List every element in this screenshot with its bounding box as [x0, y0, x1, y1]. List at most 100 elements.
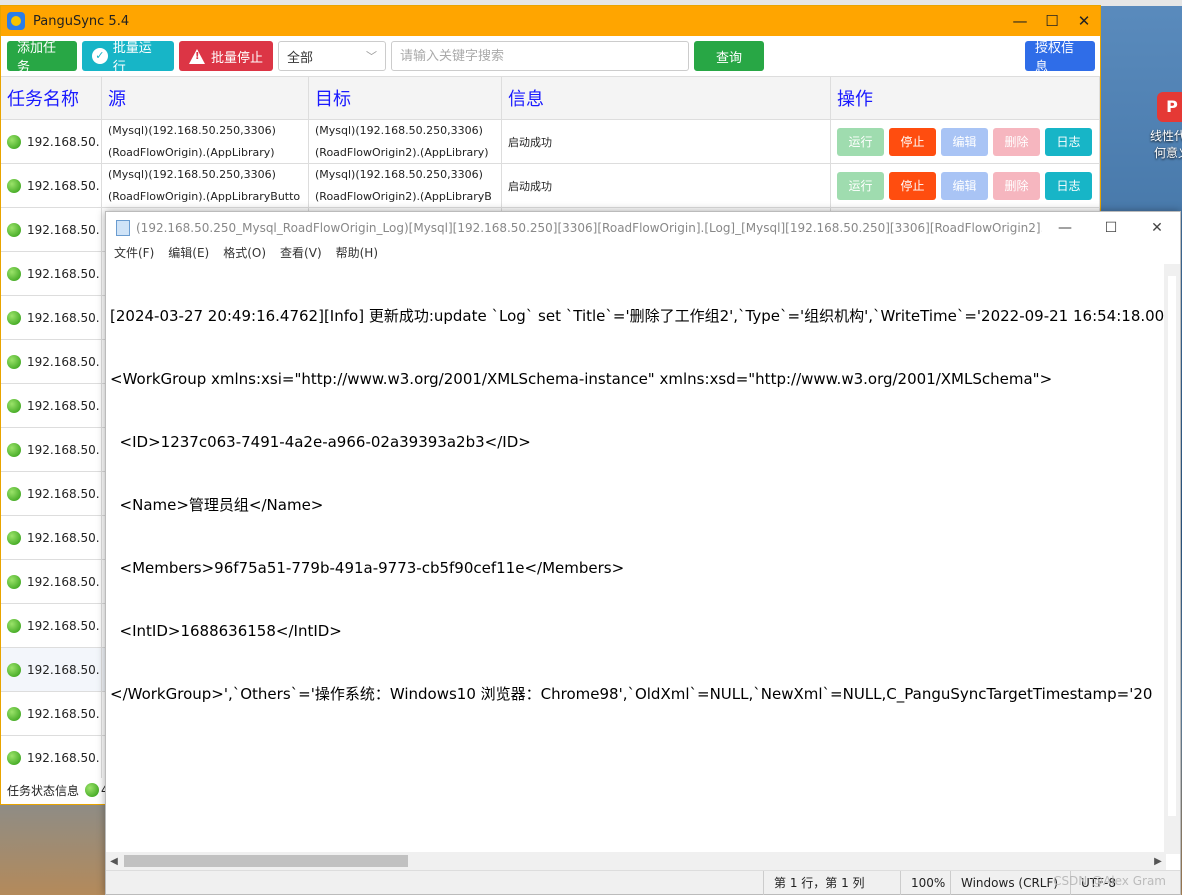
- source-cell: (Mysql)(192.168.50.250,3306) (RoadFlowOri…: [102, 120, 309, 163]
- scroll-left-icon[interactable]: ◀: [106, 856, 122, 867]
- status-dot-icon: [7, 530, 21, 545]
- notepad-text-area[interactable]: [2024-03-27 20:49:16.4762][Info] 更新成功:up…: [106, 264, 1166, 854]
- target-line-2: (RoadFlowOrigin2).(AppLibraryB: [315, 190, 492, 203]
- task-name: 192.168.50.: [27, 618, 100, 633]
- stop-button[interactable]: 停止: [889, 127, 936, 156]
- task-name: 192.168.50.: [27, 134, 100, 149]
- col-header-actions[interactable]: 操作: [831, 77, 1100, 119]
- task-name-cell: 192.168.50.: [1, 692, 102, 735]
- edit-button[interactable]: 编辑: [941, 127, 988, 156]
- run-button[interactable]: 运行: [837, 171, 884, 200]
- add-task-button[interactable]: 添加任务: [7, 41, 77, 75]
- task-name-cell: 192.168.50.: [1, 648, 102, 691]
- filter-value: 全部: [287, 50, 314, 66]
- source-line-1: (Mysql)(192.168.50.250,3306): [108, 124, 276, 137]
- task-name: 192.168.50.: [27, 442, 100, 457]
- zoom-level: 100%: [900, 870, 950, 895]
- vertical-scroll-track: [1168, 276, 1176, 816]
- actions-cell: 运行 停止 编辑 删除 日志: [831, 164, 1100, 207]
- maximize-button[interactable]: ☐: [1036, 12, 1068, 30]
- status-dot-icon: [7, 486, 21, 501]
- stop-button[interactable]: 停止: [889, 171, 936, 200]
- text-line: <ID>1237c063-7491-4a2e-a966-02a39393a2b3…: [110, 433, 531, 451]
- log-button[interactable]: 日志: [1045, 171, 1092, 200]
- actions-cell: 运行 停止 编辑 删除 日志: [831, 120, 1100, 163]
- col-header-target[interactable]: 目标: [309, 77, 502, 119]
- status-dot-icon: [85, 783, 100, 797]
- col-header-name[interactable]: 任务名称: [1, 77, 102, 119]
- check-icon: ✓: [92, 48, 108, 64]
- task-name-cell: 192.168.50.: [1, 472, 102, 515]
- notepad-close-button[interactable]: ✕: [1134, 220, 1180, 236]
- text-line: <Members>96f75a51-779b-491a-9773-cb5f90c…: [110, 559, 625, 577]
- text-line: [2024-03-27 20:49:16.4762][Info] 更新成功:up…: [110, 307, 1166, 325]
- toolbar: 添加任务 ✓ 批量运行 ! 批量停止 全部 ﹀ 查询 授权信息: [1, 36, 1100, 76]
- scroll-right-icon[interactable]: ▶: [1150, 856, 1166, 867]
- menu-edit[interactable]: 编辑(E): [168, 244, 209, 264]
- source-line-1: (Mysql)(192.168.50.250,3306): [108, 168, 276, 181]
- text-line: <Name>管理员组</Name>: [110, 496, 324, 514]
- task-name-cell: 192.168.50.: [1, 384, 102, 427]
- menu-file[interactable]: 文件(F): [114, 244, 154, 264]
- text-line: <IntID>1688636158</IntID>: [110, 622, 342, 640]
- table-row[interactable]: 192.168.50. (Mysql)(192.168.50.250,3306)(…: [1, 120, 1100, 164]
- batch-run-label: 批量运行: [112, 41, 152, 75]
- run-button[interactable]: 运行: [837, 127, 884, 156]
- app-titlebar[interactable]: PanguSync 5.4 — ☐ ✕: [1, 6, 1100, 36]
- batch-stop-button[interactable]: ! 批量停止: [179, 41, 273, 71]
- menu-format[interactable]: 格式(O): [223, 244, 266, 264]
- notepad-maximize-button[interactable]: ☐: [1088, 220, 1134, 236]
- task-name: 192.168.50.: [27, 354, 100, 369]
- query-button[interactable]: 查询: [694, 41, 764, 71]
- status-dot-icon: [7, 134, 21, 149]
- edit-button[interactable]: 编辑: [941, 171, 988, 200]
- notepad-minimize-button[interactable]: —: [1042, 220, 1088, 236]
- close-button[interactable]: ✕: [1068, 12, 1100, 30]
- task-name-cell: 192.168.50.: [1, 296, 102, 339]
- task-name: 192.168.50.: [27, 530, 100, 545]
- task-name-cell: 192.168.50.: [1, 516, 102, 559]
- task-name-cell: 192.168.50.: [1, 428, 102, 471]
- horizontal-scrollbar[interactable]: ◀ ▶: [106, 852, 1166, 870]
- target-line-2: (RoadFlowOrigin2).(AppLibrary): [315, 146, 489, 159]
- table-row[interactable]: 192.168.50. (Mysql)(192.168.50.250,3306)(…: [1, 164, 1100, 208]
- col-header-source[interactable]: 源: [102, 77, 309, 119]
- log-button[interactable]: 日志: [1045, 127, 1092, 156]
- delete-button[interactable]: 删除: [993, 171, 1040, 200]
- chevron-down-icon: ﹀: [366, 50, 377, 63]
- filter-select[interactable]: 全部 ﹀: [278, 41, 386, 71]
- watermark: CSDN @Alex Gram: [1053, 874, 1166, 888]
- status-dot-icon: [7, 618, 21, 633]
- task-name-cell: 192.168.50.: [1, 736, 102, 779]
- target-line-1: (Mysql)(192.168.50.250,3306): [315, 124, 483, 137]
- task-name-cell: 192.168.50.: [1, 340, 102, 383]
- menu-view[interactable]: 查看(V): [280, 244, 322, 264]
- delete-button[interactable]: 删除: [993, 127, 1040, 156]
- search-input[interactable]: [391, 41, 689, 71]
- info-cell: 启动成功: [502, 120, 831, 163]
- vertical-scrollbar[interactable]: [1164, 264, 1180, 854]
- line-ending: Windows (CRLF): [950, 870, 1070, 895]
- task-name: 192.168.50.: [27, 662, 100, 677]
- desktop-shortcut[interactable]: P 线性代数 何意义: [1138, 92, 1182, 162]
- license-info-button[interactable]: 授权信息: [1025, 41, 1095, 75]
- batch-run-button[interactable]: ✓ 批量运行: [82, 41, 174, 75]
- task-name: 192.168.50.: [27, 750, 100, 765]
- status-dot-icon: [7, 750, 21, 765]
- notepad-statusbar: 第 1 行，第 1 列 100% Windows (CRLF) UTF-8: [106, 870, 1180, 895]
- task-name: 192.168.50.: [27, 574, 100, 589]
- source-cell: (Mysql)(192.168.50.250,3306) (RoadFlowOri…: [102, 164, 309, 207]
- info-cell: 启动成功: [502, 164, 831, 207]
- minimize-button[interactable]: —: [1004, 12, 1036, 30]
- horizontal-scroll-thumb[interactable]: [124, 855, 408, 867]
- notepad-icon: [116, 220, 130, 236]
- notepad-menubar: 文件(F) 编辑(E) 格式(O) 查看(V) 帮助(H): [106, 244, 1180, 264]
- menu-help[interactable]: 帮助(H): [336, 244, 378, 264]
- notepad-titlebar[interactable]: (192.168.50.250_Mysql_RoadFlowOrigin_Log…: [106, 212, 1180, 244]
- col-header-info[interactable]: 信息: [502, 77, 831, 119]
- task-name: 192.168.50.: [27, 398, 100, 413]
- status-dot-icon: [7, 266, 21, 281]
- shortcut-label-1: 线性代数: [1150, 129, 1182, 143]
- text-line: <WorkGroup xmlns:xsi="http://www.w3.org/…: [110, 370, 1053, 388]
- task-name: 192.168.50.: [27, 266, 100, 281]
